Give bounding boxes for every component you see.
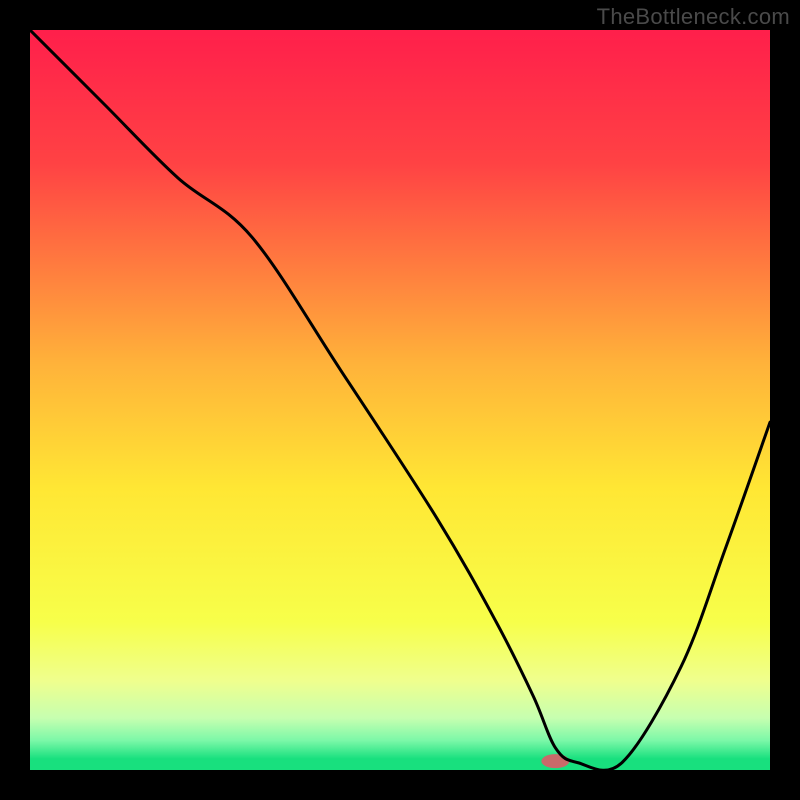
chart-svg	[30, 30, 770, 770]
plot-area	[30, 30, 770, 770]
chart-container: TheBottleneck.com	[0, 0, 800, 800]
watermark-label: TheBottleneck.com	[597, 4, 790, 30]
optimal-point-marker	[541, 754, 569, 768]
